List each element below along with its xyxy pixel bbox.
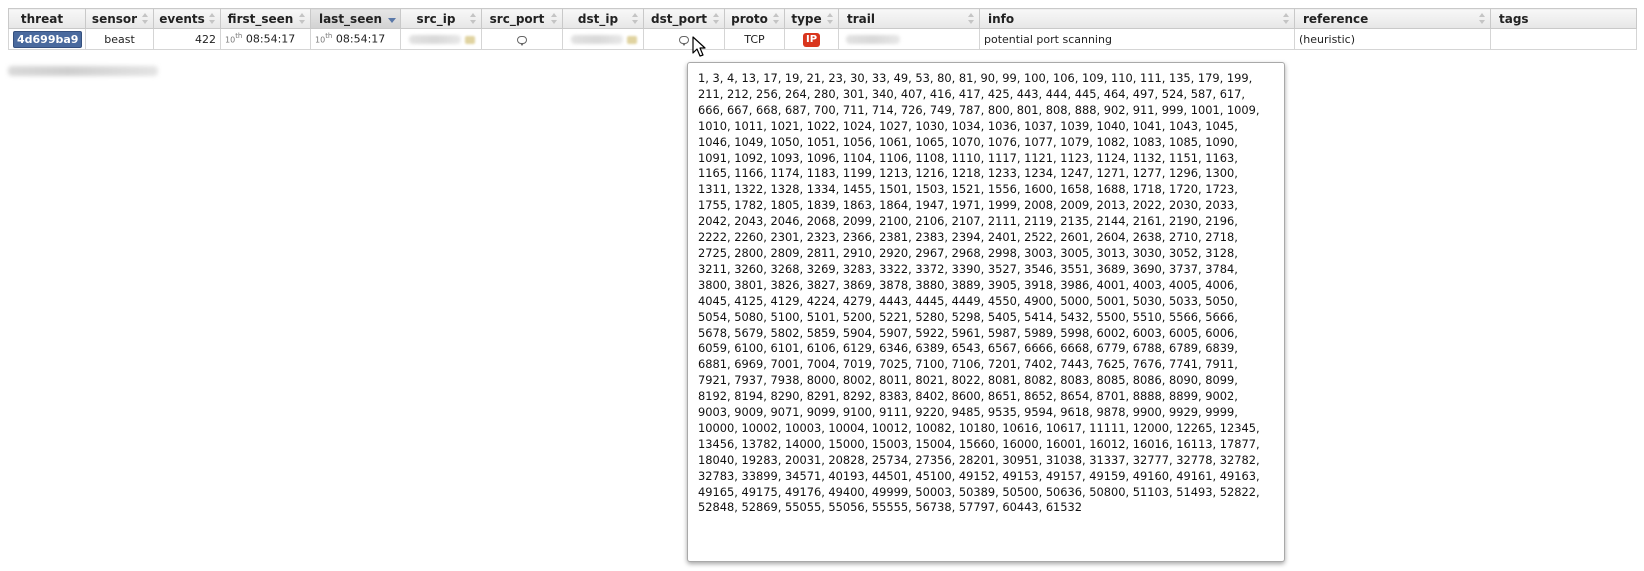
redacted-src-ip bbox=[409, 35, 461, 44]
column-label: info bbox=[988, 11, 1015, 26]
column-label: trail bbox=[847, 11, 875, 26]
tooltip-port-list: 1, 3, 4, 13, 17, 19, 21, 23, 30, 33, 49,… bbox=[698, 71, 1260, 515]
column-header-type[interactable]: type bbox=[784, 8, 839, 29]
column-header-src-port[interactable]: src_port bbox=[481, 8, 563, 29]
threat-badge[interactable]: 4d699ba9 bbox=[13, 30, 83, 48]
column-label: reference bbox=[1303, 11, 1369, 26]
cell-events: 422 bbox=[153, 28, 221, 50]
comment-bubble-icon[interactable] bbox=[517, 35, 527, 46]
column-header-tags[interactable]: tags bbox=[1490, 8, 1637, 29]
header-row: threat sensor events first_seen last_see… bbox=[8, 8, 1637, 29]
table-info-redacted bbox=[8, 66, 158, 76]
country-flag-icon bbox=[627, 35, 637, 44]
cell-first-seen: 10th 08:54:17 bbox=[220, 28, 311, 50]
column-label: proto bbox=[731, 11, 768, 26]
cell-tags[interactable] bbox=[1490, 28, 1637, 50]
sort-arrows-icon bbox=[1479, 13, 1486, 25]
column-label: dst_port bbox=[651, 11, 707, 26]
column-header-sensor[interactable]: sensor bbox=[85, 8, 154, 29]
cell-dst-port bbox=[643, 28, 725, 50]
column-label: first_seen bbox=[227, 11, 294, 26]
sort-arrows-icon bbox=[551, 13, 558, 25]
last-seen-time: 08:54:17 bbox=[335, 32, 386, 46]
column-header-info[interactable]: info bbox=[979, 8, 1295, 29]
redacted-dst-ip bbox=[571, 35, 623, 44]
column-header-first-seen[interactable]: first_seen bbox=[220, 8, 311, 29]
cell-trail bbox=[838, 28, 980, 50]
column-label: tags bbox=[1499, 11, 1529, 26]
events-table: threat sensor events first_seen last_see… bbox=[8, 8, 1637, 50]
sort-arrows-icon bbox=[299, 13, 306, 25]
column-header-trail[interactable]: trail bbox=[838, 8, 980, 29]
column-label: events bbox=[159, 11, 205, 26]
last-seen-day: 10 bbox=[315, 35, 326, 45]
column-header-last-seen[interactable]: last_seen bbox=[310, 8, 401, 29]
first-seen-day-suffix: th bbox=[235, 32, 243, 41]
column-label: threat bbox=[20, 11, 64, 26]
cell-dst-ip bbox=[562, 28, 644, 50]
column-label: src_port bbox=[489, 11, 545, 26]
first-seen-day: 10 bbox=[225, 35, 236, 45]
sort-arrows-icon bbox=[142, 13, 149, 25]
comment-bubble-icon[interactable] bbox=[679, 35, 689, 46]
column-label: sensor bbox=[91, 11, 138, 26]
sort-arrows-icon bbox=[773, 13, 780, 25]
last-seen-day-suffix: th bbox=[325, 32, 333, 41]
sort-arrows-icon bbox=[632, 13, 639, 25]
sort-arrows-icon bbox=[713, 13, 720, 25]
column-label: dst_ip bbox=[577, 11, 619, 26]
mouse-pointer-icon bbox=[692, 36, 706, 57]
column-label: type bbox=[791, 11, 822, 26]
sort-arrows-icon bbox=[827, 13, 834, 25]
column-header-dst-ip[interactable]: dst_ip bbox=[562, 8, 644, 29]
table-row: 4d699ba9 beast 422 10th 08:54:17 10th 08… bbox=[8, 28, 1637, 50]
cell-reference: (heuristic) bbox=[1294, 28, 1491, 50]
cell-src-ip bbox=[400, 28, 482, 50]
sort-descending-icon bbox=[388, 18, 396, 23]
sort-arrows-icon bbox=[470, 13, 477, 25]
type-ip-badge: IP bbox=[802, 32, 821, 47]
cell-proto: TCP bbox=[724, 28, 785, 50]
column-label: last_seen bbox=[318, 11, 383, 26]
cell-threat: 4d699ba9 bbox=[8, 28, 86, 50]
cell-sensor: beast bbox=[85, 28, 154, 50]
column-label: src_ip bbox=[416, 11, 456, 26]
column-header-dst-port[interactable]: dst_port bbox=[643, 8, 725, 29]
cell-type: IP bbox=[784, 28, 839, 50]
column-header-events[interactable]: events bbox=[153, 8, 221, 29]
cell-src-port bbox=[481, 28, 563, 50]
column-header-proto[interactable]: proto bbox=[724, 8, 785, 29]
redacted-trail bbox=[846, 35, 900, 44]
page: threat sensor events first_seen last_see… bbox=[0, 0, 1644, 571]
column-header-reference[interactable]: reference bbox=[1294, 8, 1491, 29]
cell-last-seen: 10th 08:54:17 bbox=[310, 28, 401, 50]
cell-info: potential port scanning bbox=[979, 28, 1295, 50]
column-header-src-ip[interactable]: src_ip bbox=[400, 8, 482, 29]
first-seen-time: 08:54:17 bbox=[245, 32, 296, 46]
sort-arrows-icon bbox=[968, 13, 975, 25]
sort-arrows-icon bbox=[209, 13, 216, 25]
column-header-threat[interactable]: threat bbox=[8, 8, 86, 29]
sort-arrows-icon bbox=[1283, 13, 1290, 25]
dst-port-tooltip: 1, 3, 4, 13, 17, 19, 21, 23, 30, 33, 49,… bbox=[687, 62, 1285, 562]
country-flag-icon bbox=[465, 35, 475, 44]
